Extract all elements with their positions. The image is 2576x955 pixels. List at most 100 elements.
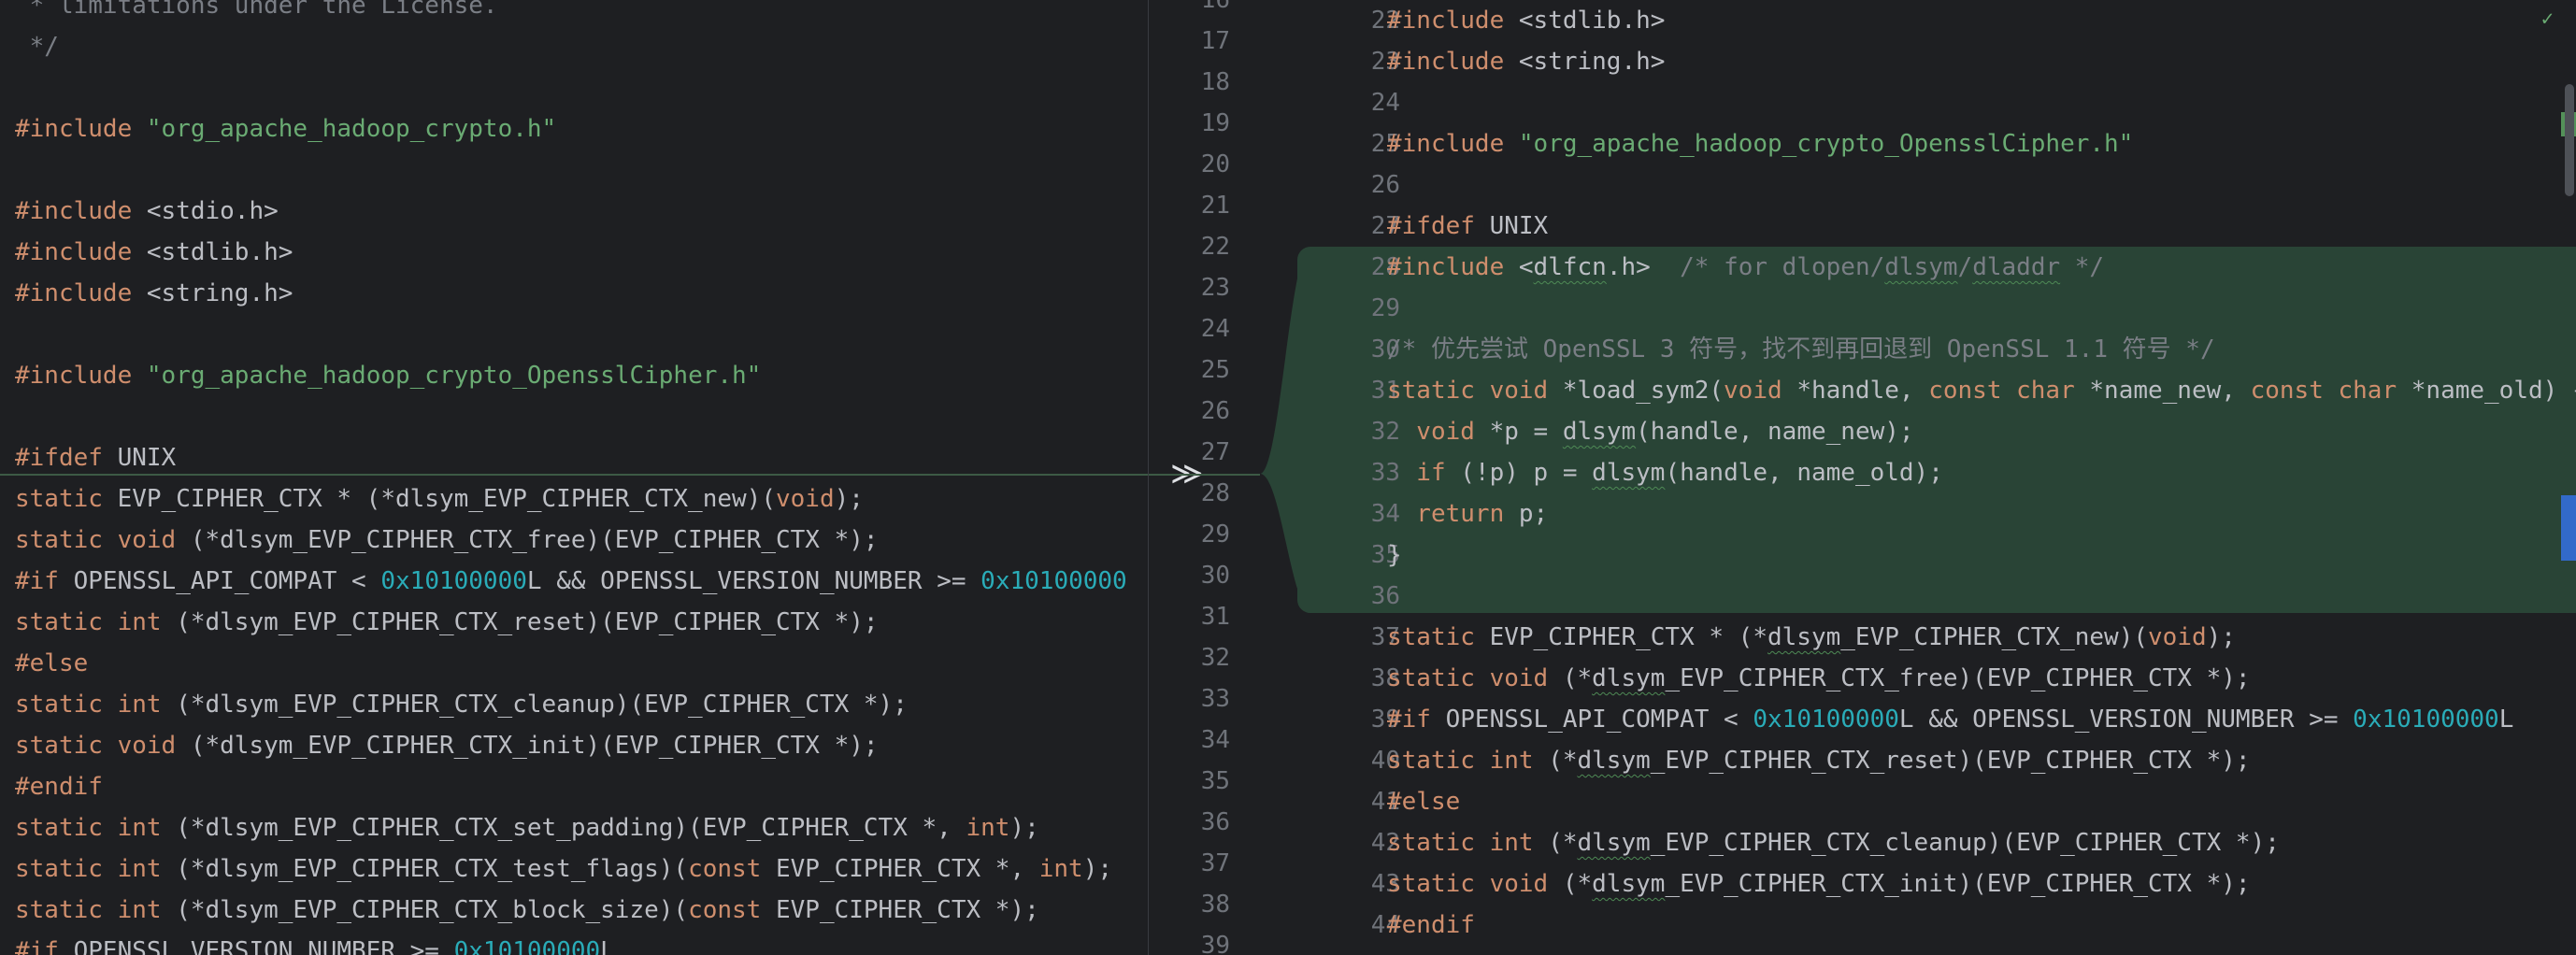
code-line[interactable] [0, 150, 1148, 191]
code-line[interactable]: #include <string.h> [0, 273, 1148, 314]
code-line[interactable]: */ [0, 26, 1148, 67]
code-token: #include [1387, 130, 1519, 158]
code-line[interactable]: 31 static void *load_sym2(void *handle, c… [1260, 370, 2576, 411]
code-text: static void (*dlsym_EVP_CIPHER_CTX_free)… [1387, 658, 2251, 699]
pane-separator[interactable] [1148, 0, 1149, 955]
code-line[interactable]: #include <stdio.h> [0, 191, 1148, 232]
code-token: static [15, 485, 118, 513]
code-line[interactable]: static int (*dlsym_EVP_CIPHER_CTX_test_f… [0, 848, 1148, 890]
code-token: dlsym [1562, 418, 1637, 446]
code-token: dlsym [1592, 664, 1666, 692]
code-token: const [688, 855, 776, 883]
code-line[interactable]: * limitations under the License. [0, 0, 1148, 26]
code-line[interactable]: #else [0, 643, 1148, 684]
code-line[interactable]: #if OPENSSL_API_COMPAT < 0x10100000L && … [0, 561, 1148, 602]
code-line[interactable]: 43 static void (*dlsym_EVP_CIPHER_CTX_ini… [1260, 863, 2576, 905]
code-token: (handle, name_old); [1665, 459, 1943, 487]
code-token: #else [15, 649, 89, 677]
code-line[interactable]: 39 #if OPENSSL_API_COMPAT < 0x10100000L &… [1260, 699, 2576, 740]
code-line[interactable]: 35} [1260, 535, 2576, 576]
code-line[interactable] [0, 396, 1148, 437]
code-token: OPENSSL_VERSION_NUMBER >= [73, 937, 454, 955]
code-token: OPENSSL_API_COMPAT < [73, 567, 381, 595]
code-token: (*dlsym_EVP_CIPHER_CTX_reset)(EVP_CIPHER… [176, 608, 879, 636]
code-text: static int (*dlsym_EVP_CIPHER_CTX_reset)… [15, 602, 879, 643]
code-token: (*dlsym_EVP_CIPHER_CTX_free)(EVP_CIPHER_… [190, 526, 879, 554]
code-text: return p; [1387, 493, 1548, 535]
code-line[interactable]: 33 if (!p) p = dlsym(handle, name_old); [1260, 452, 2576, 493]
code-token: <string.h> [1518, 48, 1666, 76]
code-token: _EVP_CIPHER_CTX_new)( [1840, 623, 2149, 651]
code-token: "org_apache_hadoop_crypto_OpensslCipher.… [146, 362, 762, 390]
scrollbar-thumb[interactable] [2565, 84, 2574, 196]
code-text: #include "org_apache_hadoop_crypto_Opens… [15, 355, 761, 396]
code-text: static EVP_CIPHER_CTX * (*dlsym_EVP_CIPH… [15, 478, 864, 520]
code-token: 0x10100000 [453, 937, 601, 955]
code-token: #else [1387, 788, 1461, 816]
code-token: const char [2250, 377, 2411, 405]
code-text: #else [1387, 781, 1460, 822]
code-line[interactable]: static int (*dlsym_EVP_CIPHER_CTX_set_pa… [0, 807, 1148, 848]
code-line[interactable]: static EVP_CIPHER_CTX * (*dlsym_EVP_CIPH… [0, 478, 1148, 520]
code-text: #endif [1387, 905, 1475, 946]
code-line[interactable]: #include "org_apache_hadoop_crypto.h" [0, 108, 1148, 150]
code-line[interactable]: 29 [1260, 288, 2576, 329]
code-token: dlsym [1592, 459, 1666, 487]
code-token: (*dlsym_EVP_CIPHER_CTX_set_padding)(EVP_… [176, 814, 966, 842]
code-text: static int (*dlsym_EVP_CIPHER_CTX_block_… [15, 890, 1039, 931]
code-line[interactable]: 22 #include <stdlib.h> [1260, 0, 2576, 41]
code-token: UNIX [1489, 212, 1549, 240]
code-token: dlsym [1592, 870, 1666, 898]
code-line[interactable]: 24 [1260, 82, 2576, 123]
code-line[interactable]: 34 return p; [1260, 493, 2576, 535]
code-line[interactable]: 42 static int (*dlsym_EVP_CIPHER_CTX_clea… [1260, 822, 2576, 863]
code-line[interactable]: 25 #include "org_apache_hadoop_crypto_Ope… [1260, 123, 2576, 164]
code-line[interactable]: 30/* 优先尝试 OpenSSL 3 符号，找不到再回退到 OpenSSL 1… [1260, 329, 2576, 370]
code-token: (*dlsym_EVP_CIPHER_CTX_block_size)( [176, 896, 689, 924]
code-line[interactable]: 36 [1260, 576, 2576, 617]
code-token: _EVP_CIPHER_CTX_init)(EVP_CIPHER_CTX *); [1665, 870, 2251, 898]
code-token: / [1957, 253, 1973, 281]
code-line[interactable]: 37 static EVP_CIPHER_CTX * (*dlsym_EVP_CI… [1260, 617, 2576, 658]
code-token: (handle, name_new); [1636, 418, 1914, 446]
code-line[interactable]: static int (*dlsym_EVP_CIPHER_CTX_cleanu… [0, 684, 1148, 725]
code-token: static void [1387, 377, 1563, 405]
code-line[interactable]: #include "org_apache_hadoop_crypto_Opens… [0, 355, 1148, 396]
code-text: static int (*dlsym_EVP_CIPHER_CTX_cleanu… [1387, 822, 2280, 863]
code-line[interactable] [0, 67, 1148, 108]
code-line[interactable]: 32 void *p = dlsym(handle, name_new); [1260, 411, 2576, 452]
code-line[interactable]: 28 #include <dlfcn.h> /* for dlopen/dlsym… [1260, 247, 2576, 288]
code-token: _EVP_CIPHER_CTX_cleanup)(EVP_CIPHER_CTX … [1650, 829, 2280, 857]
code-text: */ [15, 26, 59, 67]
code-line[interactable]: 41 #else [1260, 781, 2576, 822]
code-token: *load_sym2( [1562, 377, 1724, 405]
code-line[interactable]: static int (*dlsym_EVP_CIPHER_CTX_block_… [0, 890, 1148, 931]
code-line[interactable]: #endif [0, 766, 1148, 807]
code-line[interactable]: static void (*dlsym_EVP_CIPHER_CTX_free)… [0, 520, 1148, 561]
code-token: #ifdef [1387, 212, 1490, 240]
code-token: (* [1562, 664, 1593, 692]
code-line[interactable]: 38 static void (*dlsym_EVP_CIPHER_CTX_fre… [1260, 658, 2576, 699]
code-line[interactable]: #if OPENSSL_VERSION_NUMBER >= 0x10100000… [0, 931, 1148, 955]
code-line[interactable]: 40 static int (*dlsym_EVP_CIPHER_CTX_rese… [1260, 740, 2576, 781]
code-token: EVP_CIPHER_CTX *, [775, 855, 1039, 883]
code-line[interactable]: #include <stdlib.h> [0, 232, 1148, 273]
code-line[interactable]: 26 [1260, 164, 2576, 206]
code-token: static int [15, 814, 177, 842]
left-editor-pane[interactable]: * limitations under the License. */ #incl… [0, 0, 1148, 955]
code-token: const [688, 896, 776, 924]
code-token: ); [2206, 623, 2236, 651]
code-line[interactable]: static int (*dlsym_EVP_CIPHER_CTX_reset)… [0, 602, 1148, 643]
code-line[interactable] [0, 314, 1148, 355]
code-line[interactable]: 27 #ifdef UNIX [1260, 206, 2576, 247]
scroll-marker[interactable] [2561, 495, 2576, 561]
code-token: void [775, 485, 835, 513]
code-text: static int (*dlsym_EVP_CIPHER_CTX_test_f… [15, 848, 1112, 890]
code-line[interactable]: static void (*dlsym_EVP_CIPHER_CTX_init)… [0, 725, 1148, 766]
diff-viewer: * limitations under the License. */ #incl… [0, 0, 2576, 955]
code-line[interactable]: 23 #include <string.h> [1260, 41, 2576, 82]
code-line[interactable]: #ifdef UNIX [0, 437, 1148, 478]
code-line[interactable]: 44 #endif [1260, 905, 2576, 946]
code-token: "org_apache_hadoop_crypto.h" [146, 115, 557, 143]
right-editor-pane[interactable]: 22 #include <stdlib.h> 23 #include <string.… [1260, 0, 2576, 955]
